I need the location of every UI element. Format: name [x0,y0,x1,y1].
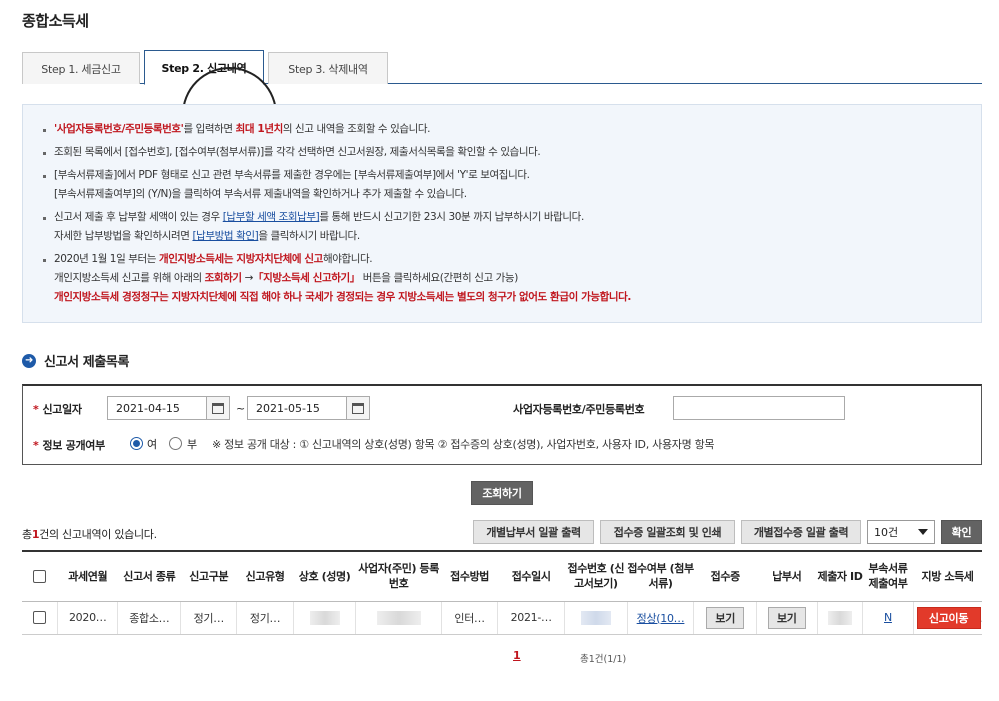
cell-name-redacted [292,601,356,635]
search-button[interactable]: 조회하기 [471,481,533,505]
calendar-icon[interactable] [346,396,370,420]
bulk-payment-print-button[interactable]: 개별납부서 일괄 출력 [473,520,594,544]
disclose-no-label: 부 [187,438,197,451]
receipt-view-button[interactable]: 보기 [706,606,745,629]
tab-step1[interactable]: Step 1. 세금신고 [22,52,140,84]
disclose-yes-radio[interactable] [130,437,143,450]
cell-type: 정기… [236,601,294,635]
page-size-select[interactable]: 10건 [867,520,935,544]
cell-local-tax: 신고이동 [912,601,982,635]
id-number-input[interactable] [673,396,845,420]
result-count: 총1건의 신고내역이 있습니다. [22,528,157,541]
local-tax-report-button[interactable]: 신고이동 [916,606,981,629]
table-header: 신고유형 [236,550,294,602]
header-select-all[interactable] [22,550,58,602]
disclose-no-radio[interactable] [169,437,182,450]
disclose-note: ※ 정보 공개 대상 : ① 신고내역의 상호(성명) 항목 ② 접수증의 상호… [212,438,715,451]
cell-submitter-redacted [816,601,863,635]
table-header: 부속서류 제출여부 [862,550,914,602]
bulk-receipt-print-button[interactable]: 개별접수증 일괄 출력 [741,520,861,544]
confirm-button[interactable]: 확인 [941,520,982,544]
id-label: 사업자등록번호/주민등록번호 [513,403,645,416]
table-header: 접수방법 [441,550,498,602]
table-header: 접수여부 (첨부서류) [627,550,694,602]
table-header: 접수증 [693,550,757,602]
cell-attach[interactable]: N [862,601,914,635]
bulk-receipt-view-button[interactable]: 접수증 일괄조회 및 인쇄 [600,520,735,544]
arrow-right-icon: ➜ [22,353,36,368]
cell-status[interactable]: 정상(10… [626,601,694,635]
tab-step3[interactable]: Step 3. 삭제내역 [268,52,388,84]
date-tilde: ~ [236,402,246,415]
status-link[interactable]: 정상(10… [637,612,685,625]
table-header: 제출자 ID [817,550,863,602]
cell-category: 정기… [180,601,237,635]
table-header: 신고구분 [180,550,237,602]
attachment-link[interactable]: N [884,611,892,624]
table-header: 과세연월 [57,550,118,602]
disclose-label: * 정보 공개여부 [33,439,105,452]
chevron-down-icon [918,529,928,535]
table-header: 납부서 [756,550,818,602]
notice-item: 조회된 목록에서 [접수번호], [접수여부(첨부서류)]를 각각 선택하면 신… [41,143,631,162]
cell-receipt: 보기 [693,601,757,635]
search-panel: * 신고일자 2021-04-15 ~ 2021-05-15 사업자등록번호/주민… [22,384,982,465]
table-header: 상호 (성명) [293,550,356,602]
cell-regno-redacted [355,601,442,635]
select-all-checkbox[interactable] [33,570,47,584]
pagination-total: 총1건(1/1) [580,654,627,665]
calendar-icon[interactable] [206,396,230,420]
notice-item: [부속서류제출]에서 PDF 형태로 신고 관련 부속서류를 제출한 경우에는 … [41,166,631,204]
table-header: 접수번호 (신고서보기) [564,550,628,602]
cell-datetime: 2021-… [497,601,565,635]
cell-period: 2020… [56,601,118,635]
table-header: 지방 소득세 [913,550,982,602]
disclose-yes-label: 여 [147,438,157,451]
table-header: 접수일시 [497,550,565,602]
cell-form: 종합소… [117,601,181,635]
cell-payment: 보기 [756,601,818,635]
report-table: 과세연월 신고서 종류 신고구분 신고유형 상호 (성명) 사업자(주민) 등록… [22,550,982,635]
page-link-current[interactable]: 1 [513,649,521,662]
pay-method-link[interactable]: [납부방법 확인] [192,230,258,242]
date-label: * 신고일자 [33,403,82,416]
section-heading: ➜ 신고서 제출목록 [22,351,129,370]
notice-item: 신고서 제출 후 납부할 세액이 있는 경우 [납부할 세액 조회납부]를 통해… [41,208,631,246]
tab-step2[interactable]: Step 2. 신고내역 [144,50,264,85]
notice-item: 2020년 1월 1일 부터는 개인지방소득세는 지방자치단체에 신고해야합니다… [41,250,631,307]
row-checkbox[interactable] [32,611,46,625]
date-from-input[interactable]: 2021-04-15 [107,396,207,420]
cell-method: 인터… [440,601,498,635]
pay-tax-link[interactable]: [납부할 세액 조회납부] [223,211,320,223]
notice-box: '사업자등록번호/주민등록번호'를 입력하면 최대 1년치의 신고 내역을 조회… [22,104,982,323]
page-title: 종합소득세 [22,12,89,30]
date-to-input[interactable]: 2021-05-15 [247,396,347,420]
cell-receipt-no-redacted[interactable] [564,601,628,635]
table-row: 2020… 종합소… 정기… 정기… 인터… 2021-… 정상(10… 보기 … [22,601,982,635]
row-checkbox-cell[interactable] [22,601,58,635]
table-header: 사업자(주민) 등록번호 [355,550,442,602]
table-header: 신고서 종류 [117,550,181,602]
payment-view-button[interactable]: 보기 [767,606,806,629]
notice-item: '사업자등록번호/주민등록번호'를 입력하면 최대 1년치의 신고 내역을 조회… [41,120,631,139]
tab-bar: Step 1. 세금신고 Step 2. 신고내역 Step 3. 삭제내역 [22,50,982,162]
